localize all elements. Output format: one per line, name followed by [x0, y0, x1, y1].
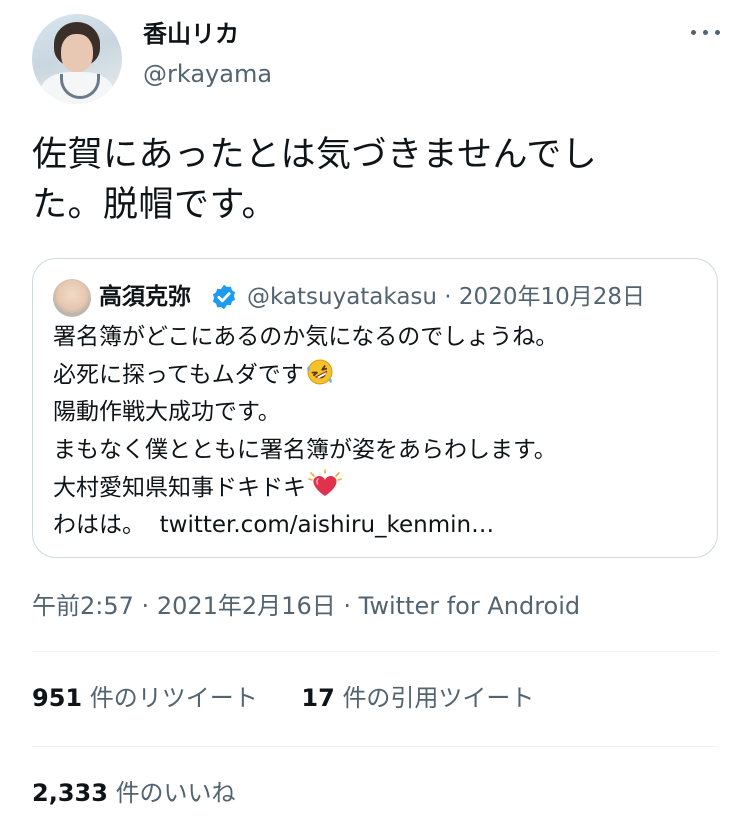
- retweet-stats-row: 951 件のリツイート 17 件の引用ツイート: [32, 680, 570, 716]
- retweets-label: 件のリツイート: [89, 684, 258, 712]
- quotes-count: 17: [301, 684, 335, 712]
- more-dot: [703, 30, 708, 35]
- likes-count: 2,333: [32, 779, 108, 807]
- divider: [32, 746, 718, 747]
- quoted-text-line: わはは。 twitter.com/aishiru_kenmin…: [53, 507, 703, 545]
- quoted-text-line-content: わはは。: [53, 511, 145, 538]
- more-dot: [715, 30, 720, 35]
- tweet-meta: 午前2:57 · 2021年2月16日 · Twitter for Androi…: [32, 588, 580, 624]
- quoted-text-line-content: まもなく僕とともに署名簿が姿をあらわします。: [53, 436, 557, 463]
- quoted-text-line: 必死に探ってもムダです: [53, 357, 703, 395]
- quoted-text-line-content: 必死に探ってもムダです: [53, 361, 304, 388]
- tweet-text-line: 佐賀にあったとは気づきませんでし: [32, 135, 598, 175]
- likes-stat[interactable]: 2,333 件のいいね: [32, 775, 236, 811]
- meta-separator: ·: [444, 284, 452, 310]
- likes-label: 件のいいね: [115, 779, 236, 807]
- tweet-text-line: た。脱帽です。: [32, 185, 278, 225]
- quoted-text-line-content: 署名簿がどこにあるのか気になるのでしょうね。: [53, 324, 559, 350]
- quoted-tweet-date: 2020年10月28日: [458, 284, 645, 310]
- tweet-date[interactable]: 2021年2月16日: [157, 592, 336, 620]
- retweets-count: 951: [32, 684, 83, 712]
- quoted-tweet-meta: @katsuyatakasu · 2020年10月28日: [247, 279, 645, 315]
- quoted-text-line: まもなく僕とともに署名簿が姿をあらわします。: [53, 432, 703, 470]
- quoted-text-line-content: 大村愛知県知事ドキドキ: [53, 475, 306, 501]
- meta-separator: ·: [141, 592, 150, 620]
- quoted-tweet-card[interactable]: 高須克弥 @katsuyatakasu · 2020年10月28日 署名簿がどこ…: [32, 258, 718, 558]
- tweet-source[interactable]: Twitter for Android: [359, 592, 580, 620]
- author-avatar[interactable]: [32, 14, 122, 104]
- quoted-tweet-text: 署名簿がどこにあるのか気になるのでしょうね。 必死に探ってもムダです 陽動作戦大…: [53, 319, 703, 544]
- quoted-author-handle: @katsuyatakasu: [247, 284, 437, 310]
- likes-stats-row: 2,333 件のいいね: [32, 775, 272, 811]
- quotes-label: 件の引用ツイート: [342, 684, 535, 712]
- tweet-text: 佐賀にあったとは気づきませんでし た。脱帽です。: [32, 130, 722, 230]
- quoted-author-avatar: [53, 279, 91, 317]
- quoted-text-line-content: 陽動作戦大成功です。: [53, 399, 281, 425]
- quoted-text-line: 陽動作戦大成功です。: [53, 394, 703, 432]
- beating-heart-emoji: [308, 469, 342, 496]
- quoted-text-line: 大村愛知県知事ドキドキ: [53, 469, 703, 507]
- tweet-time[interactable]: 午前2:57: [32, 592, 134, 620]
- more-dot: [691, 30, 696, 35]
- more-options-icon[interactable]: [688, 22, 722, 42]
- author-name[interactable]: 香山リカ: [143, 16, 239, 52]
- rolling-on-floor-laughing-emoji: [306, 359, 333, 384]
- retweets-stat[interactable]: 951 件のリツイート: [32, 680, 258, 716]
- quoted-tweet-link[interactable]: twitter.com/aishiru_kenmin…: [160, 512, 495, 538]
- quoted-text-line: 署名簿がどこにあるのか気になるのでしょうね。: [53, 319, 703, 357]
- quoted-author-name: 高須克弥: [99, 284, 191, 310]
- divider: [32, 651, 718, 652]
- author-handle[interactable]: @rkayama: [143, 56, 272, 92]
- quotes-stat[interactable]: 17 件の引用ツイート: [301, 680, 534, 716]
- avatar-face: [61, 34, 93, 72]
- meta-separator: ·: [343, 592, 351, 620]
- verified-badge-icon: [212, 284, 236, 310]
